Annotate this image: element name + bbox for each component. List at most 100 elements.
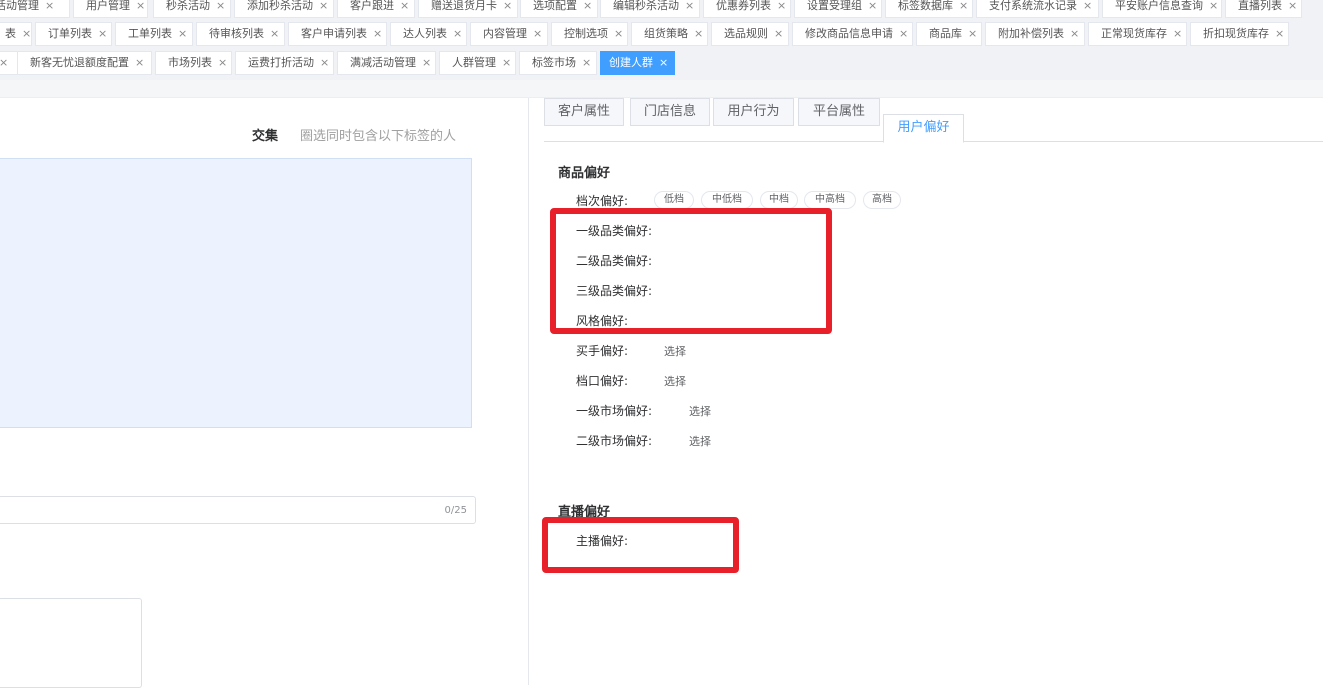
- tab-activity-management[interactable]: 活动管理 ×: [0, 0, 70, 18]
- tab-market-list[interactable]: 市场列表 ×: [155, 51, 232, 75]
- content-header-strip: [0, 80, 1323, 98]
- tab-freight-discount[interactable]: 运费打折活动 ×: [235, 51, 334, 75]
- tab-discount-stock[interactable]: 折扣现货库存 ×: [1190, 22, 1289, 46]
- close-icon[interactable]: ×: [1173, 27, 1182, 40]
- tab-coupon-list[interactable]: 优惠券列表 ×: [703, 0, 791, 18]
- close-icon[interactable]: ×: [400, 0, 409, 12]
- tab-create-crowd[interactable]: 创建人群 ×: [600, 51, 675, 75]
- tab-pingan-account[interactable]: 平安账户信息查询 ×: [1102, 0, 1222, 18]
- intersection-label[interactable]: 交集: [252, 125, 278, 144]
- close-icon[interactable]: ×: [1209, 0, 1218, 12]
- grade-chip-high[interactable]: 高档: [863, 191, 901, 209]
- close-icon[interactable]: ×: [320, 56, 329, 69]
- close-icon[interactable]: ×: [98, 27, 107, 40]
- close-icon[interactable]: ×: [22, 27, 31, 40]
- buyer-select-link[interactable]: 选择: [664, 343, 686, 359]
- tab-ticket-list[interactable]: 工单列表 ×: [115, 22, 193, 46]
- close-icon[interactable]: ×: [502, 56, 511, 69]
- close-icon[interactable]: ×: [178, 27, 187, 40]
- grade-chip-mid-high[interactable]: 中高档: [804, 191, 856, 209]
- close-icon[interactable]: ×: [1275, 27, 1284, 40]
- tab-store-info[interactable]: 门店信息: [630, 98, 710, 126]
- close-icon[interactable]: ×: [694, 27, 703, 40]
- grade-chip-mid-low[interactable]: 中低档: [701, 191, 753, 209]
- tab-label: 添加秒杀活动: [247, 0, 313, 12]
- close-icon[interactable]: ×: [582, 56, 591, 69]
- tab-tag-market[interactable]: 标签市场 ×: [519, 51, 597, 75]
- char-counter: 0/25: [444, 505, 467, 516]
- tab-content-management[interactable]: 内容管理 ×: [470, 22, 548, 46]
- tab-gift-return-card[interactable]: 赠送退货月卡 ×: [418, 0, 518, 18]
- tab-label: 客户跟进: [350, 0, 394, 12]
- tab-live-list[interactable]: 直播列表 ×: [1225, 0, 1302, 18]
- tab-add-seckill[interactable]: 添加秒杀活动 ×: [234, 0, 334, 18]
- tab-user-behavior[interactable]: 用户行为: [713, 98, 794, 126]
- selected-tags-area[interactable]: [0, 158, 472, 428]
- close-icon[interactable]: ×: [777, 0, 786, 12]
- close-icon[interactable]: ×: [614, 27, 623, 40]
- tab-order-list[interactable]: 订单列表 ×: [35, 22, 112, 46]
- close-icon[interactable]: ×: [959, 0, 968, 12]
- grade-chip-low[interactable]: 低档: [654, 191, 694, 209]
- tab-label: 新客无忧退额度配置: [30, 56, 129, 69]
- tab-option-config[interactable]: 选项配置 ×: [520, 0, 598, 18]
- close-icon[interactable]: ×: [1288, 0, 1297, 12]
- tab-customer-apply[interactable]: 客户申请列表 ×: [288, 22, 387, 46]
- close-icon[interactable]: ×: [1070, 27, 1079, 40]
- tab-label: 优惠券列表: [716, 0, 771, 12]
- left-panel: 交集 圈选同时包含以下标签的人 0/25: [0, 98, 529, 688]
- close-icon[interactable]: ×: [583, 0, 592, 12]
- grade-chip-mid[interactable]: 中档: [760, 191, 798, 209]
- market1-select-link[interactable]: 选择: [689, 403, 711, 419]
- tab-normal-stock[interactable]: 正常现货库存 ×: [1088, 22, 1187, 46]
- tab-extra-compensation[interactable]: 附加补偿列表 ×: [985, 22, 1085, 46]
- close-icon[interactable]: ×: [868, 0, 877, 12]
- tab-crowd-management[interactable]: 人群管理 ×: [439, 51, 516, 75]
- close-icon[interactable]: ×: [45, 0, 54, 12]
- close-icon[interactable]: ×: [270, 27, 279, 40]
- close-icon[interactable]: ×: [774, 27, 783, 40]
- tab-pending-review[interactable]: 待审核列表 ×: [196, 22, 285, 46]
- tab-full-reduction[interactable]: 满减活动管理 ×: [337, 51, 436, 75]
- close-icon[interactable]: ×: [422, 56, 431, 69]
- close-icon[interactable]: ×: [899, 27, 908, 40]
- close-icon[interactable]: ×: [373, 27, 382, 40]
- market2-select-link[interactable]: 选择: [689, 433, 711, 449]
- tab-influencer-list[interactable]: 达人列表 ×: [390, 22, 467, 46]
- close-icon[interactable]: ×: [503, 0, 512, 12]
- tab-edit-seckill[interactable]: 编辑秒杀活动 ×: [600, 0, 700, 18]
- close-icon[interactable]: ×: [135, 56, 144, 69]
- tab-seckill[interactable]: 秒杀活动 ×: [153, 0, 231, 18]
- close-icon[interactable]: ×: [685, 0, 694, 12]
- close-icon[interactable]: ×: [218, 56, 227, 69]
- crowd-description-textarea[interactable]: [0, 598, 142, 688]
- close-icon[interactable]: ×: [0, 56, 8, 69]
- tab-new-customer-quota[interactable]: 新客无忧退额度配置 ×: [17, 51, 152, 75]
- tab-list-partial[interactable]: 表 ×: [0, 22, 32, 46]
- buyer-preference-label: 买手偏好:: [576, 344, 629, 358]
- tab-modify-product-apply[interactable]: 修改商品信息申请 ×: [792, 22, 913, 46]
- tab-assortment-strategy[interactable]: 组货策略 ×: [631, 22, 708, 46]
- close-icon[interactable]: ×: [136, 0, 145, 12]
- tab-partial[interactable]: ×: [0, 51, 18, 75]
- tab-set-group[interactable]: 设置受理组 ×: [794, 0, 882, 18]
- tab-user-preference[interactable]: 用户偏好: [883, 114, 964, 143]
- stall-select-link[interactable]: 选择: [664, 373, 686, 389]
- tab-platform-attributes[interactable]: 平台属性: [798, 98, 880, 126]
- tab-payment-records[interactable]: 支付系统流水记录 ×: [976, 0, 1099, 18]
- tab-product-library[interactable]: 商品库 ×: [916, 22, 982, 46]
- tab-customer-attributes[interactable]: 客户属性: [544, 98, 624, 126]
- close-icon[interactable]: ×: [659, 56, 668, 69]
- close-icon[interactable]: ×: [319, 0, 328, 12]
- close-icon[interactable]: ×: [1083, 0, 1092, 12]
- close-icon[interactable]: ×: [453, 27, 462, 40]
- close-icon[interactable]: ×: [968, 27, 977, 40]
- tab-user-management[interactable]: 用户管理 ×: [73, 0, 148, 18]
- tab-tag-database[interactable]: 标签数据库 ×: [885, 0, 973, 18]
- close-icon[interactable]: ×: [216, 0, 225, 12]
- close-icon[interactable]: ×: [533, 27, 542, 40]
- tab-selection-rules[interactable]: 选品规则 ×: [711, 22, 789, 46]
- tab-customer-follow[interactable]: 客户跟进 ×: [337, 0, 415, 18]
- crowd-name-input[interactable]: 0/25: [0, 496, 476, 524]
- tab-control-options[interactable]: 控制选项 ×: [551, 22, 628, 46]
